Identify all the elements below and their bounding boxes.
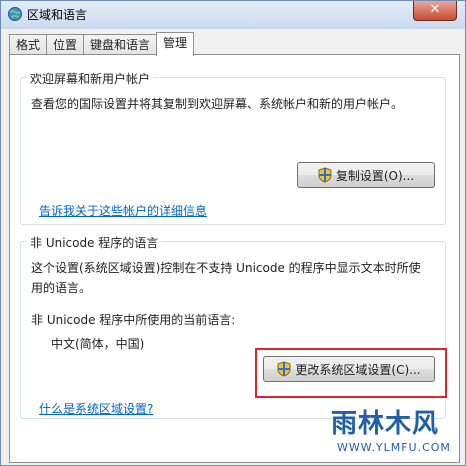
globe-icon xyxy=(8,7,22,21)
watermark-url: WWW.YLMFU.COM xyxy=(337,441,451,454)
watermark-logo: 雨林木风 WWW.YLMFU.COM xyxy=(331,403,459,461)
change-system-locale-button[interactable]: 更改系统区域设置(C)... xyxy=(263,356,435,382)
group-title: 非 Unicode 程序的语言 xyxy=(27,234,162,251)
tab-formats[interactable]: 格式 xyxy=(9,34,48,55)
title-bar[interactable]: 区域和语言 ✕ xyxy=(1,1,465,27)
non-unicode-group: 非 Unicode 程序的语言 这个设置(系统区域设置)控制在不支持 Unico… xyxy=(20,234,447,419)
what-is-system-locale-link[interactable]: 什么是系统区域设置? xyxy=(39,400,153,417)
tab-panel-administrative: 欢迎屏幕和新用户帐户 查看您的国际设置并将其复制到欢迎屏幕、系统帐户和新的用户帐… xyxy=(9,54,460,463)
tab-keyboards-languages[interactable]: 键盘和语言 xyxy=(83,34,158,55)
tab-location[interactable]: 位置 xyxy=(46,34,85,55)
tab-administrative[interactable]: 管理 xyxy=(156,32,195,56)
welcome-screen-group: 欢迎屏幕和新用户帐户 查看您的国际设置并将其复制到欢迎屏幕、系统帐户和新的用户帐… xyxy=(20,70,446,225)
unicode-description-line2: 用的语言。 xyxy=(31,281,92,295)
uac-shield-icon xyxy=(277,361,291,377)
unicode-description-line1: 这个设置(系统区域设置)控制在不支持 Unicode 的程序中显示文本时所使 xyxy=(31,261,421,275)
tab-strip: 格式 位置 键盘和语言 管理 xyxy=(9,32,195,56)
copy-settings-button[interactable]: 复制设置(O)... xyxy=(297,162,435,188)
watermark-text: 雨林木风 xyxy=(331,409,440,439)
current-language-label: 非 Unicode 程序中所使用的当前语言: xyxy=(31,313,236,327)
change-system-locale-label: 更改系统区域设置(C)... xyxy=(295,362,421,377)
copy-settings-label: 复制设置(O)... xyxy=(335,168,415,183)
welcome-description: 查看您的国际设置并将其复制到欢迎屏幕、系统帐户和新的用户帐户。 xyxy=(31,97,404,111)
region-language-window: 区域和语言 ✕ 格式 位置 键盘和语言 管理 欢迎屏幕和新用户帐户 查看您的国际… xyxy=(0,0,466,466)
accounts-details-link[interactable]: 告诉我关于这些帐户的详细信息 xyxy=(39,202,207,219)
group-title: 欢迎屏幕和新用户帐户 xyxy=(27,70,154,87)
current-language-value: 中文(简体，中国) xyxy=(51,337,145,351)
uac-shield-icon xyxy=(318,167,332,183)
close-button[interactable]: ✕ xyxy=(413,1,457,21)
window-title: 区域和语言 xyxy=(27,8,88,22)
